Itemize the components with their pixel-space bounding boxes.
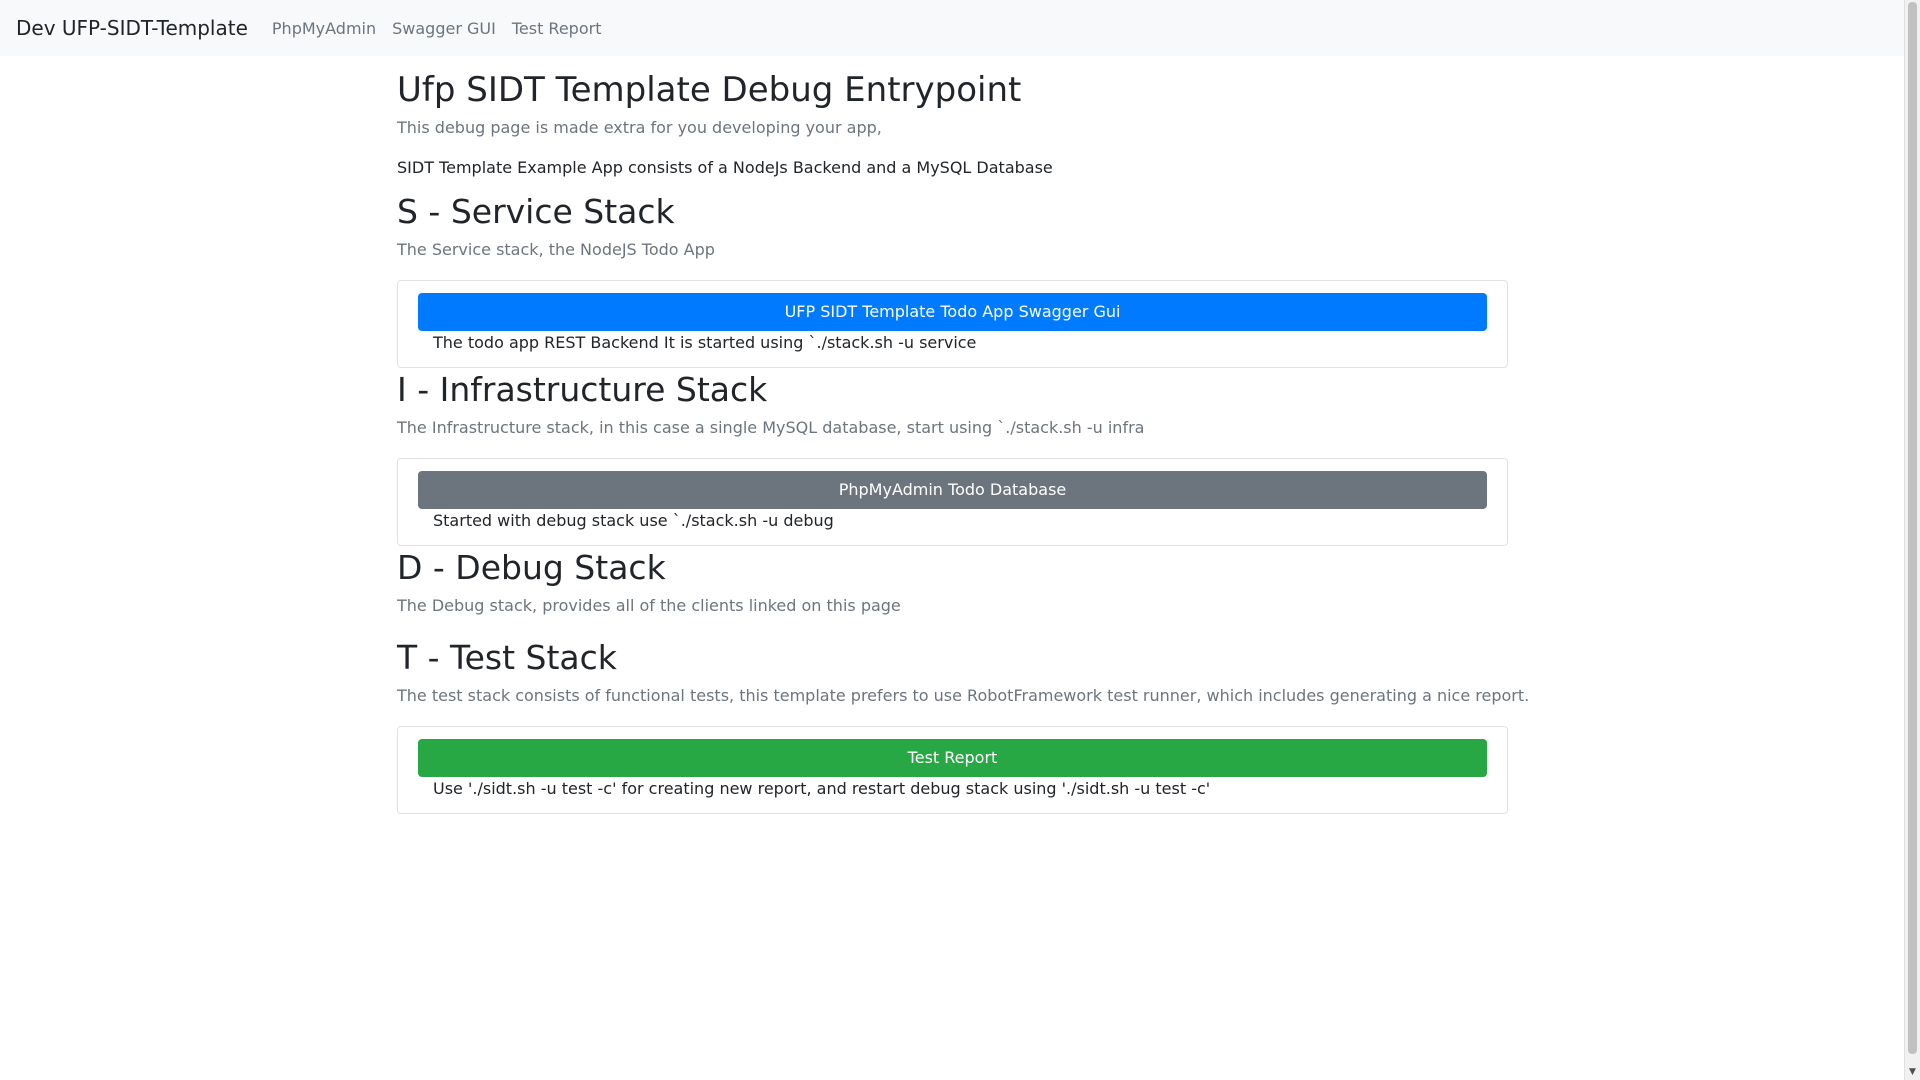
section-heading-infrastructure: I - Infrastructure Stack (397, 370, 768, 409)
nav-link-swagger-gui[interactable]: Swagger GUI (392, 19, 496, 38)
intro-text: SIDT Template Example App consists of a … (397, 158, 1053, 177)
section-heading-service: S - Service Stack (397, 192, 675, 231)
section-lead-debug: The Debug stack, provides all of the cli… (397, 596, 901, 615)
card-infrastructure: PhpMyAdmin Todo Database Started with de… (397, 458, 1508, 546)
section-heading-debug: D - Debug Stack (397, 548, 666, 587)
scroll-down-arrow-icon[interactable]: ▼ (1905, 1064, 1920, 1080)
phpmyadmin-button[interactable]: PhpMyAdmin Todo Database (418, 471, 1487, 509)
scrollbar-thumb[interactable] (1908, 2, 1917, 1054)
browser-viewport: Dev UFP-SIDT-Template PhpMyAdmin Swagger… (0, 0, 1920, 1080)
vertical-scrollbar[interactable]: ▼ (1904, 0, 1920, 1080)
card-service: UFP SIDT Template Todo App Swagger Gui T… (397, 280, 1508, 368)
page-lead: This debug page is made extra for you de… (397, 118, 882, 137)
swagger-gui-button[interactable]: UFP SIDT Template Todo App Swagger Gui (418, 293, 1487, 331)
section-lead-test: The test stack consists of functional te… (397, 686, 1530, 705)
navbar: Dev UFP-SIDT-Template PhpMyAdmin Swagger… (0, 0, 1904, 56)
section-heading-test: T - Test Stack (397, 638, 617, 677)
page-title: Ufp SIDT Template Debug Entrypoint (397, 70, 1022, 110)
main-container: Ufp SIDT Template Debug Entrypoint This … (397, 56, 1530, 814)
card-text-infrastructure: Started with debug stack use `./stack.sh… (433, 511, 834, 530)
section-lead-infrastructure: The Infrastructure stack, in this case a… (397, 418, 1145, 437)
test-report-button[interactable]: Test Report (418, 739, 1487, 777)
card-test: Test Report Use './sidt.sh -u test -c' f… (397, 726, 1508, 814)
nav-link-phpmyadmin[interactable]: PhpMyAdmin (272, 19, 376, 38)
nav-link-test-report[interactable]: Test Report (512, 19, 602, 38)
card-text-test: Use './sidt.sh -u test -c' for creating … (433, 779, 1211, 798)
navbar-brand[interactable]: Dev UFP-SIDT-Template (16, 16, 248, 40)
card-text-service: The todo app REST Backend It is started … (433, 333, 977, 352)
section-lead-service: The Service stack, the NodeJS Todo App (397, 240, 715, 259)
page: Dev UFP-SIDT-Template PhpMyAdmin Swagger… (0, 0, 1904, 1080)
